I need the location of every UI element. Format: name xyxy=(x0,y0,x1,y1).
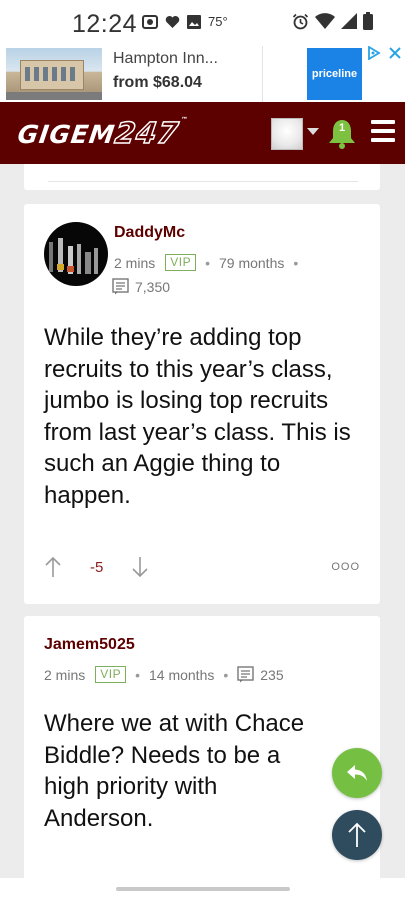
system-nav-bar xyxy=(0,878,405,900)
vip-badge: VIP xyxy=(165,254,197,271)
upvote-arrow-icon[interactable] xyxy=(44,556,62,578)
post-username[interactable]: Jamem5025 xyxy=(44,636,135,654)
hotel-photo[interactable] xyxy=(6,48,102,100)
chevron-down-icon[interactable] xyxy=(307,128,319,135)
posts-icon xyxy=(237,666,254,683)
member-tenure: 14 months xyxy=(148,666,215,683)
scroll-to-top-button[interactable] xyxy=(332,810,382,860)
post-username[interactable]: DaddyMc xyxy=(114,224,185,242)
sim-icon xyxy=(142,14,158,29)
vip-badge: VIP xyxy=(95,666,127,683)
more-options-button[interactable]: OOO xyxy=(331,561,360,573)
alarm-icon xyxy=(292,13,309,29)
post-time: 2 mins xyxy=(44,666,86,683)
temperature: 75° xyxy=(208,14,228,29)
signal-icon xyxy=(341,13,357,29)
post-meta: 2 mins VIP • 14 months • 235 xyxy=(44,666,284,683)
post-meta: 2 mins VIP • 79 months • xyxy=(114,254,307,271)
wifi-icon xyxy=(315,13,335,29)
post-body: While they’re adding top recruits to thi… xyxy=(44,324,351,509)
post-count: 235 xyxy=(260,666,284,683)
previous-post-card xyxy=(24,164,380,190)
avatar-bottles-image xyxy=(49,238,98,274)
status-icons-right xyxy=(292,12,373,30)
adchoices-icon[interactable] xyxy=(367,46,383,60)
ad-title[interactable]: Hampton Inn... xyxy=(113,50,218,68)
user-avatar[interactable] xyxy=(271,118,303,150)
home-gesture-handle[interactable] xyxy=(116,887,290,891)
post-time: 2 mins xyxy=(114,254,156,271)
notification-count: 1 xyxy=(338,122,346,134)
vote-score: -5 xyxy=(90,558,104,576)
post-card: Jamem5025 2 mins VIP • 14 months • 235 W… xyxy=(24,616,380,896)
status-icons-left: 75° xyxy=(142,14,228,29)
image-icon xyxy=(187,14,201,29)
separator-dot: • xyxy=(205,254,210,271)
site-logo[interactable]: GIGEM247™ xyxy=(15,115,190,151)
post-card: DaddyMc 2 mins VIP • 79 months • 7,350 W… xyxy=(24,204,380,604)
post-actions: -5 OOO xyxy=(44,556,360,578)
heart-icon xyxy=(165,15,180,28)
hamburger-menu-icon[interactable] xyxy=(371,120,395,146)
logo-text: GIGEM xyxy=(15,120,118,149)
site-header: GIGEM247™ 1 xyxy=(0,102,405,164)
close-icon[interactable] xyxy=(389,47,401,59)
battery-icon xyxy=(363,12,373,30)
avatar[interactable] xyxy=(44,222,108,286)
ad-banner[interactable]: Hampton Inn... from $68.04 priceline xyxy=(0,46,405,102)
ad-price[interactable]: from $68.04 xyxy=(113,74,202,92)
logo-tm: ™ xyxy=(180,116,190,124)
ad-choices[interactable] xyxy=(367,46,401,60)
separator-dot: • xyxy=(223,666,229,683)
logo-number: 247 xyxy=(112,115,182,151)
arrow-up-icon xyxy=(348,822,366,847)
post-count: 7,350 xyxy=(135,278,171,295)
separator-dot: • xyxy=(293,254,299,271)
posts-icon xyxy=(112,278,129,295)
downvote-arrow-icon[interactable] xyxy=(131,556,149,578)
member-tenure: 79 months xyxy=(218,254,285,271)
separator-dot: • xyxy=(135,666,140,683)
post-count-row: 7,350 xyxy=(112,278,170,295)
status-bar: 12:24 75° xyxy=(0,0,405,46)
post-body: Where we at with Chace Biddle? Needs to … xyxy=(44,710,305,832)
reply-arrow-icon xyxy=(347,765,367,781)
reply-button[interactable] xyxy=(332,748,382,798)
ad-brand-logo[interactable]: priceline xyxy=(307,48,362,100)
status-time: 12:24 xyxy=(72,10,138,38)
